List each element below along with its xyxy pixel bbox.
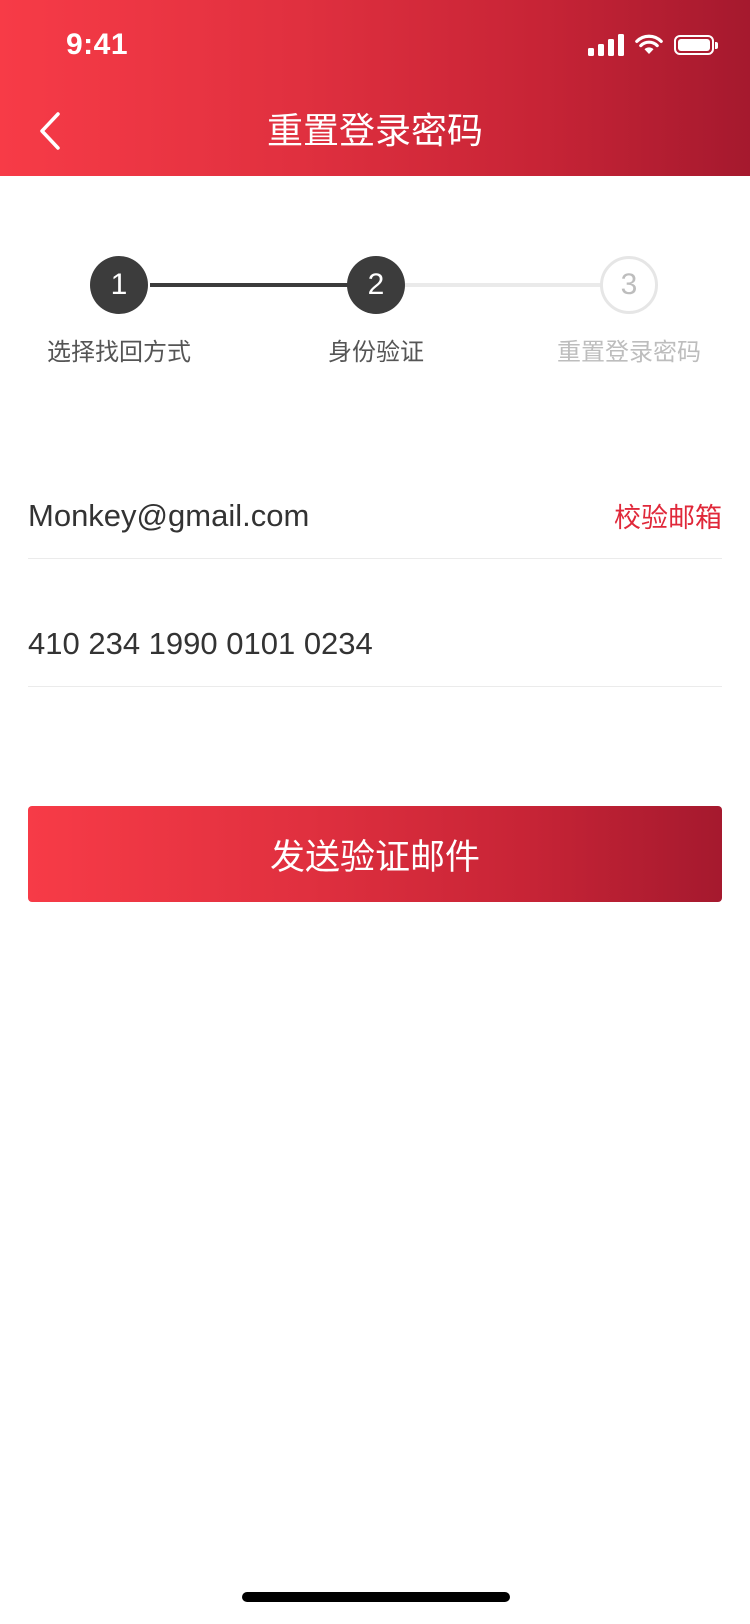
page-title: 重置登录密码 — [266, 110, 483, 151]
step-3-label: 重置登录密码 — [557, 339, 701, 366]
step-2-label: 身份验证 — [328, 339, 424, 366]
id-number-value: 410 234 1990 0101 0234 — [28, 626, 373, 661]
id-number-field[interactable]: 410 234 1990 0101 0234 — [28, 606, 722, 687]
step-3-circle: 3 — [600, 256, 658, 314]
step-connector-done — [150, 283, 348, 287]
send-verification-email-button[interactable]: 发送验证邮件 — [28, 806, 722, 902]
battery-icon — [674, 35, 718, 55]
signal-icon — [588, 34, 624, 56]
email-field[interactable]: Monkey@gmail.com 校验邮箱 — [28, 478, 722, 559]
step-1-label: 选择找回方式 — [47, 339, 191, 366]
status-icons — [588, 32, 720, 58]
verify-email-button[interactable]: 校验邮箱 — [614, 498, 722, 538]
app-header: 9:41 重置登录密码 — [0, 0, 750, 176]
email-value: Monkey@gmail.com — [28, 498, 310, 533]
step-2-circle: 2 — [347, 256, 405, 314]
progress-stepper: 1 2 3 选择找回方式 身份验证 重置登录密码 — [0, 250, 750, 370]
step-1-circle: 1 — [90, 256, 148, 314]
step-connector-pending — [404, 283, 602, 287]
home-indicator — [242, 1592, 510, 1602]
wifi-icon — [635, 34, 663, 54]
status-time: 9:41 — [66, 28, 129, 61]
